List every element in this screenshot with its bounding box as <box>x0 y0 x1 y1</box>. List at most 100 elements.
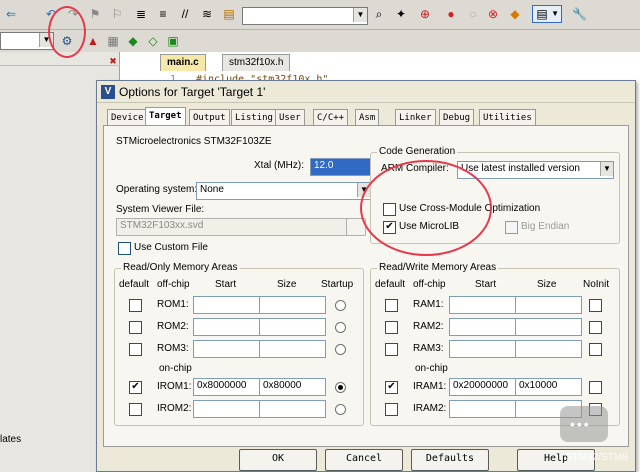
back-arrow-icon[interactable]: ⇐ <box>4 7 18 21</box>
defaults-button[interactable]: Defaults <box>411 449 489 471</box>
rom3-size-input[interactable] <box>259 340 326 358</box>
close-panel-icon[interactable]: ✖ <box>106 54 120 68</box>
tab-utilities[interactable]: Utilities <box>479 109 536 126</box>
chat-bubble-icon: ••• <box>560 406 608 442</box>
iram2-start-input[interactable] <box>449 400 516 418</box>
use-custom-file-checkbox[interactable] <box>118 242 131 255</box>
ram3-default-checkbox[interactable] <box>385 343 398 356</box>
panel-tab-label[interactable]: lates <box>0 434 21 445</box>
tab-asm[interactable]: Asm <box>355 109 380 126</box>
rom2-startup-radio[interactable] <box>335 322 346 333</box>
ram3-noinit-checkbox[interactable] <box>589 343 602 356</box>
irom2-size-input[interactable] <box>259 400 326 418</box>
rom3-start-input[interactable] <box>193 340 260 358</box>
ram1-start-input[interactable] <box>449 296 516 314</box>
build-toolbar: ▼ ⚙ ▲ ▦ ◆ ◇ ▣ <box>0 30 640 52</box>
debug-start-icon[interactable]: ✦ <box>394 7 408 21</box>
ram3-start-input[interactable] <box>449 340 516 358</box>
use-custom-file-label: Use Custom File <box>134 242 208 253</box>
bookmark-icon[interactable]: ⚑ <box>88 7 102 21</box>
pack-installer-icon[interactable]: ◇ <box>146 34 160 48</box>
clear-breakpoints-icon[interactable]: ◆ <box>508 7 522 21</box>
xtal-input[interactable]: 12.0 <box>310 158 371 176</box>
rom1-startup-radio[interactable] <box>335 300 346 311</box>
ram3-size-input[interactable] <box>515 340 582 358</box>
tab-target[interactable]: Target <box>145 107 186 127</box>
irom1-default-checkbox[interactable]: ✔ <box>129 381 142 394</box>
rom2-size-input[interactable] <box>259 318 326 336</box>
irom2-startup-radio[interactable] <box>335 404 346 415</box>
irom2-start-input[interactable] <box>193 400 260 418</box>
xtal-label: Xtal (MHz): <box>254 160 304 171</box>
tab-linker[interactable]: Linker <box>395 109 436 126</box>
ram-header-offchip: off-chip <box>413 279 446 290</box>
irom1-size-input[interactable]: 0x80000 <box>259 378 326 396</box>
tab-listing[interactable]: Listing <box>231 109 277 126</box>
bookmark-clear-icon[interactable]: ⚐ <box>110 7 124 21</box>
dialog-title: Options for Target 'Target 1' <box>119 85 266 99</box>
rom3-startup-radio[interactable] <box>335 344 346 355</box>
rom2-default-checkbox[interactable] <box>129 321 142 334</box>
rom1-start-input[interactable] <box>193 296 260 314</box>
tab-device[interactable]: Device <box>107 109 148 126</box>
arm-compiler-select[interactable]: Use latest installed version ▼ <box>457 161 614 179</box>
tab-stm32f10x-h[interactable]: stm32f10x.h <box>222 54 291 71</box>
indent-icon[interactable]: ≣ <box>134 7 148 21</box>
ram1-default-checkbox[interactable] <box>385 299 398 312</box>
file-extensions-icon[interactable]: ▦ <box>106 34 120 48</box>
ram2-size-input[interactable] <box>515 318 582 336</box>
iram1-default-checkbox[interactable]: ✔ <box>385 381 398 394</box>
comment-icon[interactable]: // <box>178 7 192 21</box>
cancel-button[interactable]: Cancel <box>325 449 403 471</box>
run-time-env-icon[interactable]: ▣ <box>166 34 180 48</box>
ram2-default-checkbox[interactable] <box>385 321 398 334</box>
outdent-icon[interactable]: ≡ <box>156 7 170 21</box>
ram1-noinit-checkbox[interactable] <box>589 299 602 312</box>
iram1-noinit-checkbox[interactable] <box>589 381 602 394</box>
ram-group-title: Read/Write Memory Areas <box>377 262 499 273</box>
rom3-default-checkbox[interactable] <box>129 343 142 356</box>
breakpoint-icon[interactable]: ● <box>444 7 458 21</box>
select-packs-icon[interactable]: ◆ <box>126 34 140 48</box>
find-icon[interactable]: ⌕ <box>372 7 386 21</box>
options-dialog: V Options for Target 'Target 1' Device T… <box>96 80 636 472</box>
tab-c-cpp[interactable]: C/C++ <box>313 109 349 126</box>
window-select-button[interactable]: ▤ ▼ <box>532 5 562 23</box>
os-label: Operating system: <box>116 184 198 195</box>
tab-output[interactable]: Output <box>189 109 230 126</box>
dialog-titlebar[interactable]: V Options for Target 'Target 1' <box>97 81 635 103</box>
rom1-default-checkbox[interactable] <box>129 299 142 312</box>
manage-components-icon[interactable]: ▲ <box>86 34 100 48</box>
configure-icon[interactable]: 🔧 <box>572 7 587 21</box>
ram2-start-input[interactable] <box>449 318 516 336</box>
breakpoint-disabled-icon[interactable]: ○ <box>466 7 480 21</box>
ram2-noinit-checkbox[interactable] <box>589 321 602 334</box>
ram1-size-input[interactable] <box>515 296 582 314</box>
uncomment-icon[interactable]: ≋ <box>200 7 214 21</box>
irom1-startup-radio[interactable] <box>335 382 346 393</box>
irom1-start-input[interactable]: 0x8000000 <box>193 378 260 396</box>
breakpoint-kill-icon[interactable]: ⊗ <box>486 7 500 21</box>
rom-onchip-label: on-chip <box>159 363 192 374</box>
tab-debug[interactable]: Debug <box>439 109 475 126</box>
zoom-icon[interactable]: ⊕ <box>418 7 432 21</box>
big-endian-checkbox <box>505 221 518 234</box>
svf-label: System Viewer File: <box>116 204 205 215</box>
rom2-start-input[interactable] <box>193 318 260 336</box>
open-file-icon[interactable]: ▤ <box>222 7 236 21</box>
iram1-size-input[interactable]: 0x10000 <box>515 378 582 396</box>
ram-onchip-label: on-chip <box>415 363 448 374</box>
irom2-default-checkbox[interactable] <box>129 403 142 416</box>
find-combo[interactable]: ▼ <box>242 7 368 25</box>
tab-main-c[interactable]: main.c <box>160 54 206 71</box>
ram-group: Read/Write Memory Areas default off-chip… <box>370 262 620 426</box>
target-combo[interactable]: ▼ <box>0 32 54 50</box>
rom3-label: ROM3: <box>157 343 189 354</box>
os-select[interactable]: None ▼ <box>196 182 371 200</box>
watermark-text: STM32/STM8 <box>566 452 628 463</box>
rom1-size-input[interactable] <box>259 296 326 314</box>
tab-user[interactable]: User <box>275 109 305 126</box>
iram1-start-input[interactable]: 0x20000000 <box>449 378 516 396</box>
iram2-default-checkbox[interactable] <box>385 403 398 416</box>
ok-button[interactable]: OK <box>239 449 317 471</box>
